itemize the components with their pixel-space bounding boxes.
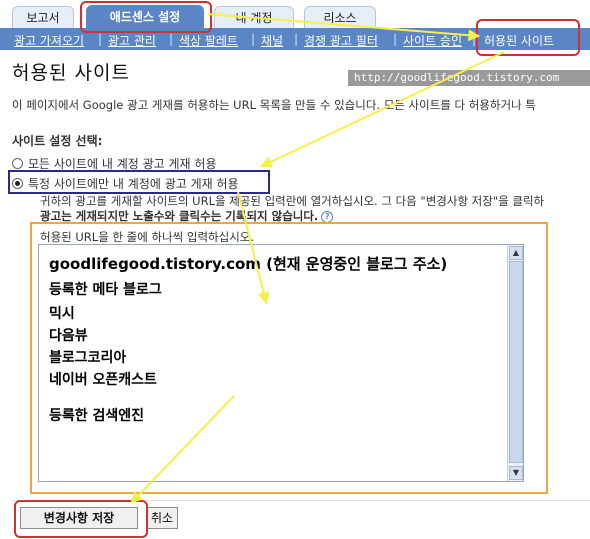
arrow-radio-to-textarea — [237, 191, 270, 305]
arrow-subnav-to-radio — [259, 51, 505, 168]
arrow-textarea-to-save — [130, 395, 235, 504]
arrow-tab-to-subnav — [207, 13, 481, 42]
annotation-arrows — [130, 13, 505, 504]
